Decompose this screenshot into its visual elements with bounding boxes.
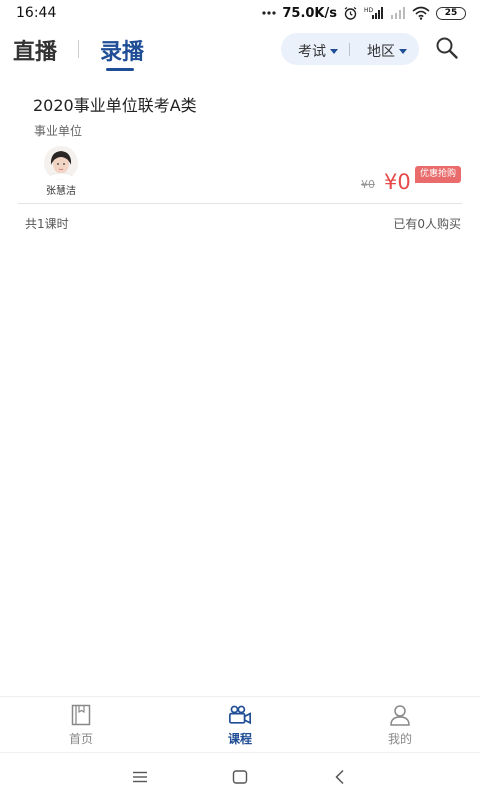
nav-home[interactable]: 首页	[51, 703, 111, 747]
course-title: 2020事业单位联考A类	[33, 96, 197, 115]
filter-area-label: 地区	[367, 44, 395, 60]
search-icon	[436, 37, 458, 59]
dots-icon	[262, 10, 276, 16]
battery-icon: 25	[436, 6, 466, 20]
status-bar: 16:44 75.0K/s HD 25	[0, 0, 480, 26]
home-icon	[232, 770, 248, 784]
teacher: 张慧洁	[40, 146, 82, 197]
menu-icon	[133, 771, 147, 783]
search-button[interactable]	[434, 35, 460, 61]
chevron-down-icon	[330, 48, 338, 54]
system-nav-bar	[0, 752, 480, 800]
filter-exam-dropdown[interactable]: 考试	[298, 41, 338, 61]
teacher-name: 张慧洁	[46, 186, 76, 197]
avatar	[44, 146, 78, 180]
nav-course-label: 课程	[227, 732, 252, 746]
nav-mine[interactable]: 我的	[370, 703, 430, 747]
hd-signal-icon: HD	[364, 6, 384, 20]
status-icons: 75.0K/s HD 25	[262, 6, 466, 21]
alarm-icon	[343, 6, 358, 21]
filter-exam-label: 考试	[298, 44, 326, 60]
bottom-nav: 首页 课程 我的	[0, 696, 480, 752]
back-button[interactable]	[331, 768, 349, 786]
course-category: 事业单位	[34, 124, 83, 138]
tab-live[interactable]: 直播	[13, 34, 57, 66]
nav-course[interactable]: 课程	[210, 703, 270, 747]
nav-home-label: 首页	[68, 732, 93, 746]
tab-recorded[interactable]: 录播	[100, 34, 144, 66]
lesson-count: 共1课时	[25, 217, 69, 231]
book-icon	[71, 704, 91, 726]
filter-bar: 考试 地区	[281, 33, 419, 65]
status-time: 16:44	[16, 5, 57, 21]
tab-divider	[78, 40, 79, 58]
filter-area-dropdown[interactable]: 地区	[367, 41, 407, 61]
original-price: ¥0	[361, 178, 375, 191]
back-icon	[335, 769, 344, 785]
chevron-down-icon	[399, 48, 407, 54]
divider	[18, 203, 462, 204]
filter-divider	[349, 43, 350, 56]
signal-icon	[390, 6, 406, 20]
user-icon	[390, 705, 410, 726]
menu-button[interactable]	[131, 768, 149, 786]
active-tab-indicator	[106, 68, 134, 71]
current-price: ¥0	[384, 170, 411, 194]
buyers-count: 已有0人购买	[393, 217, 461, 231]
header: 直播 录播 考试 地区	[0, 26, 480, 72]
video-camera-icon	[229, 705, 251, 725]
home-button[interactable]	[231, 768, 249, 786]
wifi-icon	[412, 6, 430, 20]
svg-text:HD: HD	[364, 7, 374, 14]
nav-mine-label: 我的	[387, 732, 412, 746]
network-speed: 75.0K/s	[282, 5, 337, 21]
promo-badge: 优惠抢购	[415, 166, 462, 183]
